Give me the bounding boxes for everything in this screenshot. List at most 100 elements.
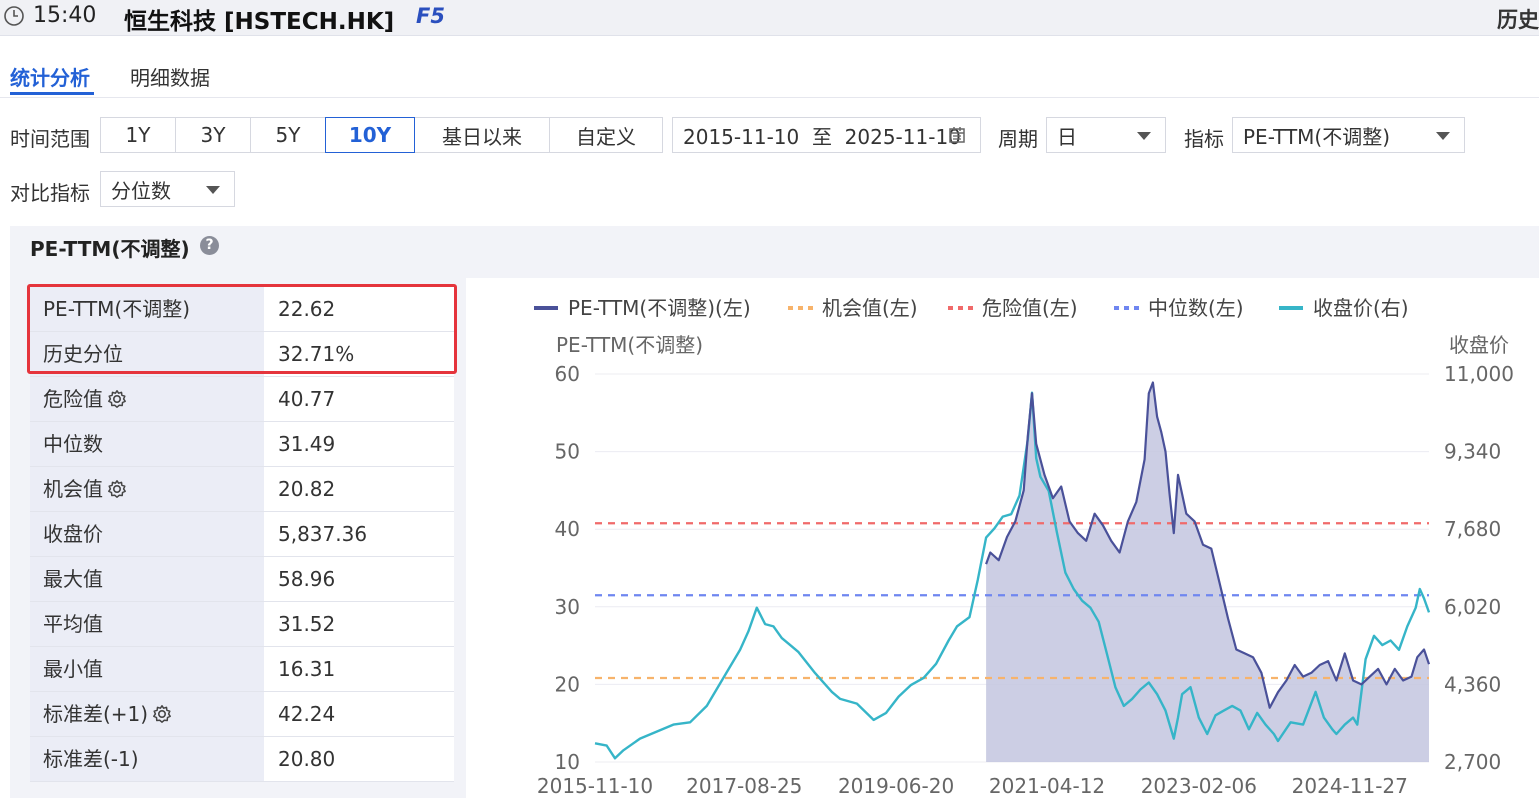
date-range-value: 2015-11-10 至 2025-11-10 [683, 124, 961, 149]
stat-row: 危险值 40.77 [30, 377, 454, 422]
range-1y-button[interactable]: 1Y [100, 117, 176, 153]
panel-title: PE-TTM(不调整) [30, 237, 190, 261]
legend-label[interactable]: PE-TTM(不调整)(左) [568, 296, 751, 320]
y-left-tick-label: 40 [555, 517, 580, 541]
x-tick-label: 2024-11-27 [1292, 774, 1408, 798]
x-tick-label: 2015-11-10 [537, 774, 653, 798]
y-right-tick-label: 11,000 [1444, 362, 1514, 386]
x-tick-label: 2023-02-06 [1141, 774, 1257, 798]
range-10y-button[interactable]: 10Y [325, 117, 415, 153]
stat-row: 中位数 31.49 [30, 422, 454, 467]
x-tick-label: 2021-04-12 [989, 774, 1105, 798]
stat-label-text: PE-TTM(不调整) [43, 297, 191, 321]
refresh-hotkey[interactable]: F5 [416, 4, 445, 28]
legend-label[interactable]: 中位数(左) [1148, 296, 1244, 320]
stat-row: 历史分位 32.71% [30, 332, 454, 377]
instrument-name: 恒生科技 [HSTECH.HK] [124, 9, 395, 35]
y-left-tick-label: 10 [555, 750, 580, 774]
tab-statistics[interactable]: 统计分析 [10, 62, 90, 91]
y-left-axis-title: PE-TTM(不调整) [556, 333, 703, 357]
legend-label[interactable]: 危险值(左) [982, 296, 1078, 320]
stat-row: 机会值 20.82 [30, 467, 454, 512]
indicator-value: PE-TTM(不调整) [1243, 124, 1391, 149]
y-left-tick-label: 60 [555, 362, 580, 386]
stat-label: 最小值 [30, 647, 264, 691]
period-label: 周期 [998, 127, 1038, 151]
clock-time: 15:40 [33, 3, 97, 28]
stat-value: 20.82 [264, 467, 454, 511]
stat-row: 最大值 58.96 [30, 557, 454, 602]
stat-value: 31.49 [264, 422, 454, 466]
stat-label: 历史分位 [30, 332, 264, 376]
top-bar: 15:40 恒生科技 [HSTECH.HK] F5 历史 [0, 0, 1539, 36]
stat-label: 标准差(+1) [30, 692, 264, 736]
time-range-selector: 1Y 3Y 5Y 10Y 基日以来 自定义 [100, 117, 663, 153]
stat-label: 收盘价 [30, 512, 264, 556]
y-right-tick-label: 2,700 [1444, 750, 1501, 774]
indicator-label: 指标 [1184, 127, 1224, 151]
stat-value: 5,837.36 [264, 512, 454, 556]
stat-row: 收盘价 5,837.36 [30, 512, 454, 557]
stat-label: 危险值 [30, 377, 264, 421]
stat-label-text: 机会值 [43, 477, 103, 501]
range-custom-button[interactable]: 自定义 [549, 117, 663, 153]
y-right-tick-label: 9,340 [1444, 440, 1501, 464]
stat-value: 58.96 [264, 557, 454, 601]
stat-label: PE-TTM(不调整) [30, 287, 264, 331]
compare-select[interactable]: 分位数 [100, 171, 235, 207]
period-value: 日 [1057, 124, 1077, 149]
tab-divider [0, 97, 1539, 98]
chevron-down-icon [1137, 132, 1151, 140]
stat-value: 31.52 [264, 602, 454, 646]
x-tick-label: 2019-06-20 [838, 774, 954, 798]
date-range-input[interactable]: 2015-11-10 至 2025-11-10 [672, 117, 981, 153]
gear-icon[interactable] [107, 470, 127, 498]
stat-row: 标准差(-1) 20.80 [30, 737, 454, 782]
stat-label-text: 最大值 [43, 567, 103, 591]
stat-row: PE-TTM(不调整) 22.62 [30, 287, 454, 332]
stat-label-text: 收盘价 [43, 522, 103, 546]
gear-icon[interactable] [107, 380, 127, 408]
y-right-tick-label: 6,020 [1444, 595, 1501, 619]
calendar-icon[interactable] [948, 126, 966, 144]
stat-row: 平均值 31.52 [30, 602, 454, 647]
chevron-down-icon [206, 186, 220, 194]
history-link[interactable]: 历史 [1497, 4, 1539, 34]
indicator-select[interactable]: PE-TTM(不调整) [1232, 117, 1465, 153]
range-3y-button[interactable]: 3Y [175, 117, 251, 153]
stat-label-text: 标准差(-1) [43, 747, 139, 771]
compare-value: 分位数 [111, 178, 171, 203]
gear-icon[interactable] [152, 695, 172, 723]
compare-label: 对比指标 [10, 181, 90, 205]
y-left-tick-label: 20 [555, 672, 580, 696]
stat-label-text: 危险值 [43, 387, 103, 411]
stat-value: 40.77 [264, 377, 454, 421]
stat-value: 22.62 [264, 287, 454, 331]
stat-value: 20.80 [264, 737, 454, 781]
clock-icon [4, 6, 24, 26]
active-tab-underline [10, 92, 94, 95]
legend-label[interactable]: 机会值(左) [822, 296, 918, 320]
legend-label[interactable]: 收盘价(右) [1313, 296, 1409, 320]
y-left-tick-label: 30 [555, 595, 580, 619]
stat-label: 中位数 [30, 422, 264, 466]
help-icon[interactable]: ? [200, 236, 219, 255]
stat-label: 标准差(-1) [30, 737, 264, 781]
pe-ttm-chart[interactable]: 10 20 30 40 50 60 2,700 4,360 6,020 7,680 9,340 11,… [466, 278, 1539, 798]
stat-row: 最小值 16.31 [30, 647, 454, 692]
stat-label-text: 中位数 [43, 432, 103, 456]
stat-label-text: 标准差(+1) [43, 702, 149, 726]
y-right-axis-title: 收盘价 [1449, 333, 1509, 357]
y-right-tick-label: 4,360 [1444, 672, 1501, 696]
tab-details[interactable]: 明细数据 [130, 62, 210, 91]
stat-value: 16.31 [264, 647, 454, 691]
stat-label: 最大值 [30, 557, 264, 601]
period-select[interactable]: 日 [1046, 117, 1166, 153]
x-tick-label: 2017-08-25 [686, 774, 802, 798]
range-since-base-button[interactable]: 基日以来 [414, 117, 550, 153]
stat-value: 32.71% [264, 332, 454, 376]
range-5y-button[interactable]: 5Y [250, 117, 326, 153]
y-right-tick-label: 7,680 [1444, 517, 1501, 541]
chart-area: 10 20 30 40 50 60 2,700 4,360 6,020 7,680 9,340 11,… [466, 278, 1539, 798]
time-range-label: 时间范围 [10, 127, 90, 151]
